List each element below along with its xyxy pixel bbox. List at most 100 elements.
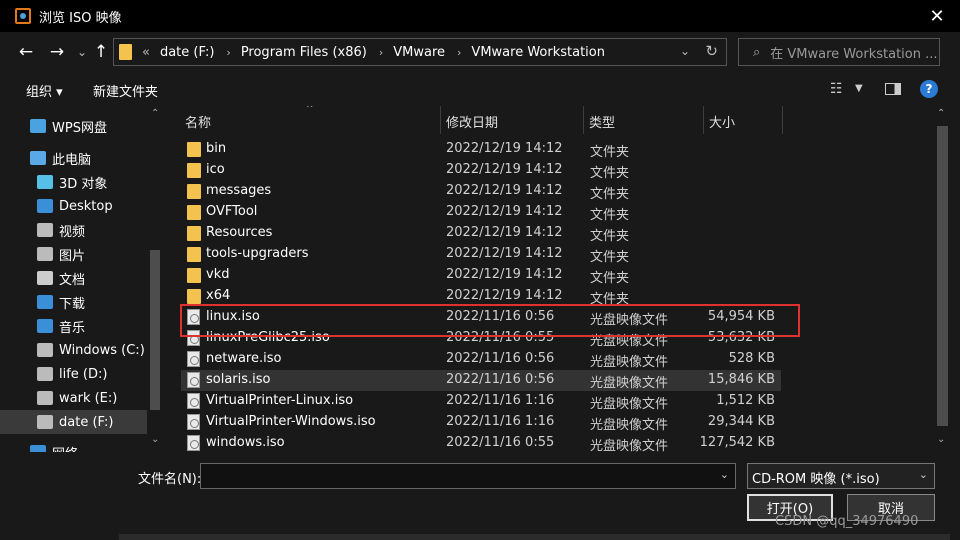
sidebar-item-label: wark (E:) bbox=[59, 390, 118, 406]
sidebar-item[interactable]: 网络 bbox=[0, 440, 147, 452]
file-type-filter-value: CD-ROM 映像 (*.iso) bbox=[752, 472, 880, 487]
column-header-size[interactable]: 大小 bbox=[709, 112, 735, 131]
file-row[interactable]: messages 2022/12/19 14:12 文件夹 bbox=[181, 181, 781, 202]
column-divider[interactable] bbox=[440, 106, 441, 134]
sidebar-item[interactable]: date (F:) bbox=[0, 410, 147, 434]
sidebar-item-label: 文档 bbox=[59, 272, 86, 288]
breadcrumb-overflow[interactable]: « bbox=[142, 45, 150, 60]
column-divider[interactable] bbox=[782, 106, 783, 134]
download-icon bbox=[37, 295, 53, 309]
file-list-scrollbar[interactable]: ⌃ ⌄ bbox=[934, 106, 951, 452]
scrollbar-thumb[interactable] bbox=[150, 250, 160, 410]
organize-menu-button[interactable]: 组织 ▾ bbox=[26, 81, 63, 100]
scrollbar-thumb[interactable] bbox=[937, 126, 948, 426]
file-name: ico bbox=[206, 162, 225, 177]
file-row[interactable]: bin 2022/12/19 14:12 文件夹 bbox=[181, 139, 781, 160]
file-row[interactable]: vkd 2022/12/19 14:12 文件夹 bbox=[181, 265, 781, 286]
sidebar-item-label: 下载 bbox=[59, 296, 86, 312]
breadcrumb-program-files[interactable]: Program Files (x86) bbox=[241, 45, 367, 60]
scroll-down-icon[interactable]: ⌄ bbox=[937, 434, 945, 445]
file-row[interactable]: Resources 2022/12/19 14:12 文件夹 bbox=[181, 223, 781, 244]
file-modified-date: 2022/11/16 1:16 bbox=[446, 393, 555, 408]
file-modified-date: 2022/11/16 0:56 bbox=[446, 351, 555, 366]
file-type: 文件夹 bbox=[590, 229, 630, 244]
sidebar-item[interactable]: 文档 bbox=[0, 266, 147, 290]
breadcrumb-vmware-workstation[interactable]: VMware Workstation bbox=[471, 45, 605, 60]
file-name: Resources bbox=[206, 225, 273, 240]
help-icon[interactable]: ? bbox=[920, 80, 938, 98]
file-type: 文件夹 bbox=[590, 166, 630, 181]
file-row[interactable]: tools-upgraders 2022/12/19 14:12 文件夹 bbox=[181, 244, 781, 265]
file-row[interactable]: ico 2022/12/19 14:12 文件夹 bbox=[181, 160, 781, 181]
folder-icon bbox=[119, 44, 132, 60]
file-type: 文件夹 bbox=[590, 145, 630, 160]
search-box[interactable]: ⌕ 在 VMware Workstation ... bbox=[738, 38, 940, 66]
file-row[interactable]: windows.iso 2022/11/16 0:55 光盘映像文件 127,542 … bbox=[181, 433, 781, 452]
up-button[interactable]: ↑ bbox=[89, 40, 113, 64]
sidebar-item-label: 3D 对象 bbox=[59, 176, 108, 192]
column-header-modified[interactable]: 修改日期 bbox=[446, 112, 498, 131]
file-modified-date: 2022/11/16 0:56 bbox=[446, 372, 555, 387]
sidebar-item-label: 图片 bbox=[59, 248, 86, 264]
sidebar-item[interactable]: life (D:) bbox=[0, 362, 147, 386]
sidebar-item-label: life (D:) bbox=[59, 366, 108, 382]
file-list: 名称 ^ 修改日期 类型 大小 bin 2022/12/19 14:12 文件夹 ic… bbox=[166, 106, 934, 452]
file-size: 29,344 KB bbox=[707, 414, 775, 429]
new-folder-button[interactable]: 新建文件夹 bbox=[93, 81, 158, 100]
sidebar-item[interactable]: Desktop bbox=[0, 194, 147, 218]
sidebar-item[interactable]: 音乐 bbox=[0, 314, 147, 338]
file-name: solaris.iso bbox=[206, 372, 271, 387]
sidebar-item[interactable]: WPS网盘 bbox=[0, 114, 147, 138]
column-header-name[interactable]: 名称 bbox=[185, 112, 211, 131]
sidebar-item[interactable]: 此电脑 bbox=[0, 146, 147, 170]
breadcrumb-separator-icon[interactable]: › bbox=[457, 46, 461, 59]
disc-image-icon bbox=[187, 435, 200, 451]
drive-icon bbox=[37, 391, 53, 405]
refresh-icon[interactable]: ↻ bbox=[705, 42, 718, 60]
disc-image-icon bbox=[187, 372, 200, 388]
column-divider[interactable] bbox=[583, 106, 584, 134]
navigation-pane: 网络 date (F:) wark (E:) life (D:) Windows (C:… bbox=[0, 106, 163, 452]
sidebar-item[interactable]: Windows (C:) bbox=[0, 338, 147, 362]
forward-button[interactable]: → bbox=[45, 40, 69, 64]
browse-iso-dialog: 浏览 ISO 映像 ✕ ← → ⌄ ↑ « date (F:) › Progra… bbox=[0, 0, 960, 540]
file-row[interactable]: solaris.iso 2022/11/16 0:56 光盘映像文件 15,846 K… bbox=[181, 370, 781, 391]
file-row[interactable]: netware.iso 2022/11/16 0:56 光盘映像文件 528 KB bbox=[181, 349, 781, 370]
file-name: x64 bbox=[206, 288, 231, 303]
filename-input[interactable]: ⌄ bbox=[200, 463, 736, 489]
scroll-up-icon[interactable]: ⌃ bbox=[937, 108, 945, 119]
navigation-bar: ← → ⌄ ↑ « date (F:) › Program Files (x86… bbox=[0, 32, 960, 72]
breadcrumb-vmware[interactable]: VMware bbox=[393, 45, 445, 60]
sidebar-item[interactable]: 3D 对象 bbox=[0, 170, 147, 194]
filename-dropdown-icon[interactable]: ⌄ bbox=[720, 468, 729, 481]
sidebar-item[interactable]: wark (E:) bbox=[0, 386, 147, 410]
breadcrumb-separator-icon[interactable]: › bbox=[226, 46, 230, 59]
preview-pane-icon[interactable] bbox=[885, 83, 901, 95]
file-type: 光盘映像文件 bbox=[590, 376, 669, 391]
file-row[interactable]: VirtualPrinter-Windows.iso 2022/11/16 1:1… bbox=[181, 412, 781, 433]
file-name: OVFTool bbox=[206, 204, 258, 219]
breadcrumb-separator-icon[interactable]: › bbox=[379, 46, 383, 59]
scroll-up-icon[interactable]: ⌃ bbox=[151, 108, 159, 119]
sidebar-item[interactable]: 图片 bbox=[0, 242, 147, 266]
address-dropdown-icon[interactable]: ⌄ bbox=[680, 44, 690, 58]
address-bar[interactable]: « date (F:) › Program Files (x86) › VMwa… bbox=[113, 38, 727, 66]
sidebar-item[interactable]: 下载 bbox=[0, 290, 147, 314]
scroll-down-icon[interactable]: ⌄ bbox=[151, 434, 159, 445]
filter-dropdown-icon[interactable]: ⌄ bbox=[919, 468, 928, 481]
file-row[interactable]: OVFTool 2022/12/19 14:12 文件夹 bbox=[181, 202, 781, 223]
breadcrumb-date-f[interactable]: date (F:) bbox=[160, 45, 214, 60]
column-header-type[interactable]: 类型 bbox=[589, 112, 615, 131]
view-dropdown-icon[interactable]: ▼ bbox=[855, 83, 863, 94]
close-button[interactable]: ✕ bbox=[914, 0, 960, 32]
disc-image-icon bbox=[187, 414, 200, 430]
view-options-icon[interactable]: ☷ bbox=[830, 81, 843, 97]
sidebar-scrollbar[interactable]: ⌃ ⌄ bbox=[147, 106, 163, 452]
folder-icon bbox=[187, 163, 201, 178]
file-modified-date: 2022/12/19 14:12 bbox=[446, 204, 563, 219]
sidebar-item[interactable]: 视频 bbox=[0, 218, 147, 242]
file-row[interactable]: VirtualPrinter-Linux.iso 2022/11/16 1:16 光… bbox=[181, 391, 781, 412]
back-button[interactable]: ← bbox=[14, 40, 38, 64]
file-type-filter-select[interactable]: CD-ROM 映像 (*.iso) ⌄ bbox=[747, 463, 935, 489]
column-divider[interactable] bbox=[703, 106, 704, 134]
